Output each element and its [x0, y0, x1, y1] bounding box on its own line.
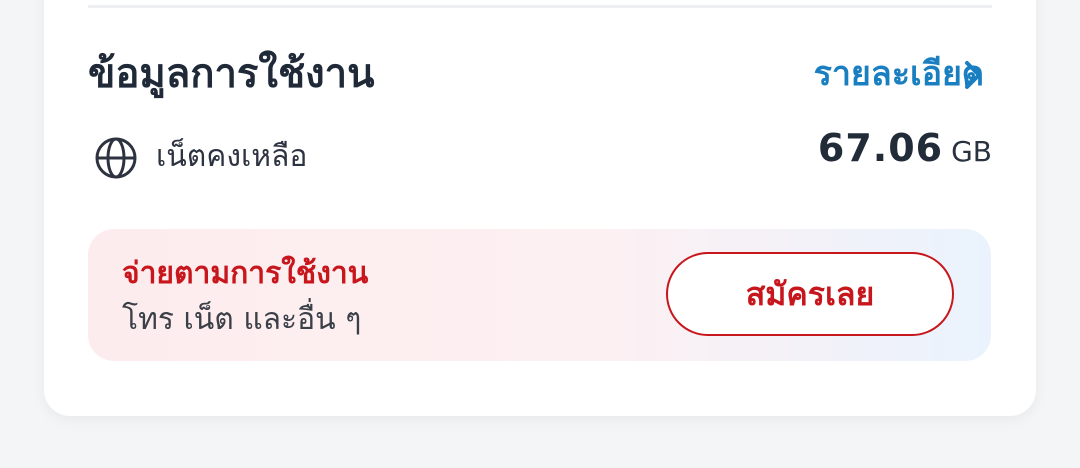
divider [88, 5, 992, 8]
data-remaining-label: เน็ตคงเหลือ [156, 139, 308, 174]
promo-subtitle: โทร เน็ต และอื่น ๆ [122, 302, 362, 337]
data-remaining-amount: 67.06 [817, 126, 944, 170]
promo-title: จ่ายตามการใช้งาน [122, 256, 369, 291]
data-remaining-value: 67.06 GB [818, 126, 992, 170]
section-title: ข้อมูลการใช้งาน [88, 51, 375, 97]
globe-icon [95, 137, 137, 179]
pay-per-use-banner: จ่ายตามการใช้งาน โทร เน็ต และอื่น ๆ สมัค… [88, 229, 991, 361]
data-remaining-unit: GB [951, 135, 992, 168]
subscribe-button[interactable]: สมัครเลย [666, 252, 954, 336]
chevron-right-icon[interactable] [958, 58, 988, 92]
